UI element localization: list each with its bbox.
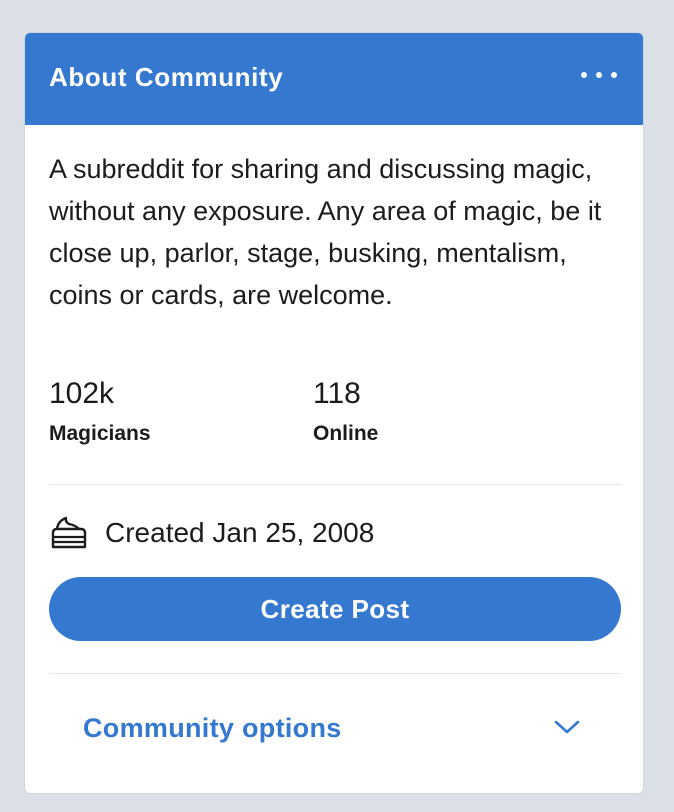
online-count: 118 (313, 377, 361, 410)
card-title: About Community (49, 62, 284, 92)
online-label: Online (313, 422, 379, 445)
created-date: Created Jan 25, 2008 (105, 517, 375, 548)
community-options-toggle[interactable]: Community options (49, 703, 621, 753)
created-date-row: Created Jan 25, 2008 (49, 513, 374, 553)
community-options-label: Community options (83, 713, 342, 743)
more-options-button[interactable] (581, 63, 617, 87)
about-community-card: About Community A subreddit for sharing … (24, 32, 644, 794)
members-count: 102k (49, 377, 115, 410)
community-description: A subreddit for sharing and discussing m… (49, 154, 602, 310)
divider (49, 673, 621, 674)
more-horizontal-icon-dot (581, 72, 587, 78)
more-horizontal-icon-dot (596, 72, 602, 78)
cake-icon (51, 516, 87, 549)
members-label: Magicians (49, 422, 151, 445)
more-horizontal-icon-dot (611, 72, 617, 78)
card-header: About Community (25, 33, 643, 125)
chevron-down-icon (554, 720, 580, 734)
create-post-button[interactable]: Create Post (49, 577, 621, 641)
divider (49, 484, 621, 485)
